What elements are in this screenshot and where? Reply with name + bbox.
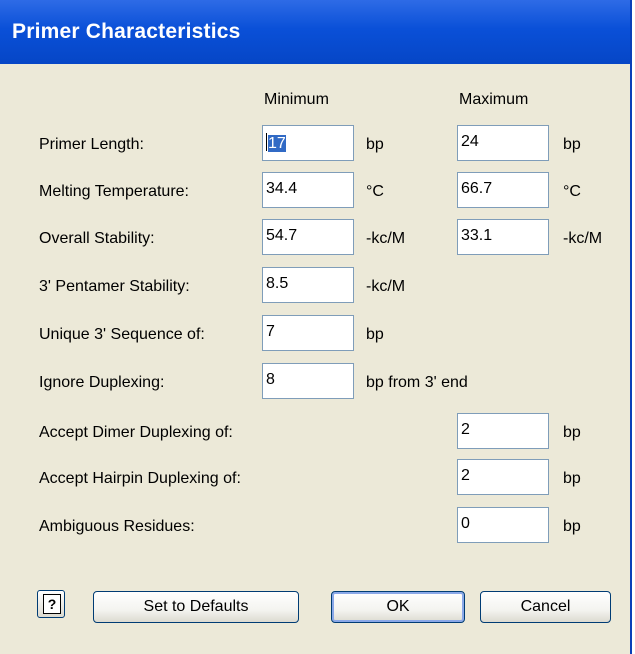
cancel-button[interactable]: Cancel [480, 591, 611, 623]
dimer-duplexing-max-input[interactable]: 2 [457, 413, 549, 449]
primer-length-max-input[interactable]: 24 [457, 125, 549, 161]
help-button[interactable]: ? [37, 590, 65, 618]
ambiguous-residues-max-unit: bp [563, 518, 581, 535]
pentamer-stability-min-input[interactable]: 8.5 [262, 267, 354, 303]
overall-stability-min-unit: -kc/M [366, 230, 406, 247]
title-bar[interactable]: Primer Characteristics [0, 0, 630, 64]
ambiguous-residues-label: Ambiguous Residues: [39, 518, 195, 535]
dimer-duplexing-label: Accept Dimer Duplexing of: [39, 424, 233, 441]
selected-text: 17 [268, 135, 286, 152]
ignore-duplexing-min-input[interactable]: 8 [262, 363, 354, 399]
melting-temperature-label: Melting Temperature: [39, 183, 189, 200]
ignore-duplexing-label: Ignore Duplexing: [39, 374, 165, 391]
melting-temperature-max-input[interactable]: 66.7 [457, 172, 549, 208]
unique-sequence-min-input[interactable]: 7 [262, 315, 354, 351]
minimum-header: Minimum [264, 91, 329, 108]
pentamer-stability-label: 3' Pentamer Stability: [39, 278, 190, 295]
hairpin-duplexing-label: Accept Hairpin Duplexing of: [39, 470, 241, 487]
ambiguous-residues-max-input[interactable]: 0 [457, 507, 549, 543]
primer-characteristics-dialog: Primer Characteristics Minimum Maximum P… [0, 0, 632, 654]
unique-sequence-min-unit: bp [366, 326, 384, 343]
help-icon: ? [43, 594, 61, 614]
set-to-defaults-button[interactable]: Set to Defaults [93, 591, 299, 623]
dialog-title: Primer Characteristics [12, 20, 241, 43]
hairpin-duplexing-max-unit: bp [563, 470, 581, 487]
unique-sequence-label: Unique 3' Sequence of: [39, 326, 205, 343]
overall-stability-max-unit: -kc/M [563, 230, 603, 247]
melting-temperature-min-input[interactable]: 34.4 [262, 172, 354, 208]
primer-length-max-unit: bp [563, 136, 581, 153]
primer-length-min-input[interactable]: 17 [262, 125, 354, 161]
overall-stability-min-input[interactable]: 54.7 [262, 219, 354, 255]
text-caret [266, 133, 267, 151]
ignore-duplexing-min-unit: bp from 3' end [366, 374, 468, 391]
overall-stability-label: Overall Stability: [39, 230, 155, 247]
hairpin-duplexing-max-input[interactable]: 2 [457, 459, 549, 495]
pentamer-stability-min-unit: -kc/M [366, 278, 406, 295]
maximum-header: Maximum [459, 91, 529, 108]
overall-stability-max-input[interactable]: 33.1 [457, 219, 549, 255]
melting-temperature-min-unit: °C [366, 183, 384, 200]
ok-button[interactable]: OK [331, 591, 465, 623]
melting-temperature-max-unit: °C [563, 183, 581, 200]
primer-length-label: Primer Length: [39, 136, 144, 153]
primer-length-min-unit: bp [366, 136, 384, 153]
dimer-duplexing-max-unit: bp [563, 424, 581, 441]
